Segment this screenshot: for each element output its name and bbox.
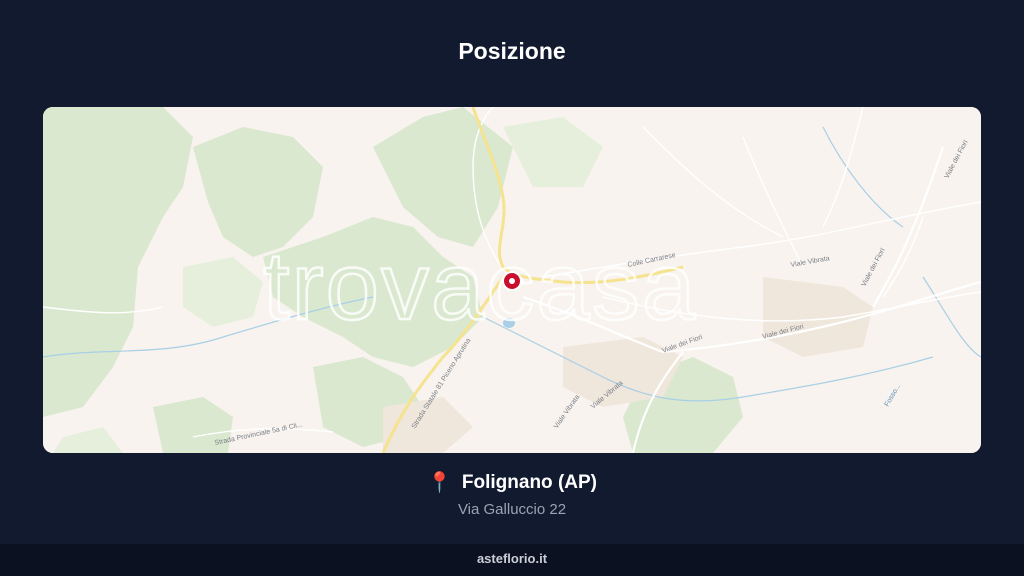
location-marker-icon[interactable] [502,271,522,291]
location-map[interactable]: Strada Statale 81 Piceno Aprutina Strada… [43,107,981,453]
map-canvas: Strada Statale 81 Piceno Aprutina Strada… [43,107,981,453]
location-city: Folignano (AP) [461,472,597,493]
footer-brand[interactable]: asteflorio.it [477,551,547,566]
page-title: Posizione [458,38,566,64]
map-watermark: trovacasa [263,233,697,340]
location-line: 📍 Folignano (AP) [0,472,1024,494]
location-address: Via Galluccio 22 [457,501,567,518]
map-pin-icon: 📍 [427,472,452,494]
footer: asteflorio.it [0,544,1024,576]
